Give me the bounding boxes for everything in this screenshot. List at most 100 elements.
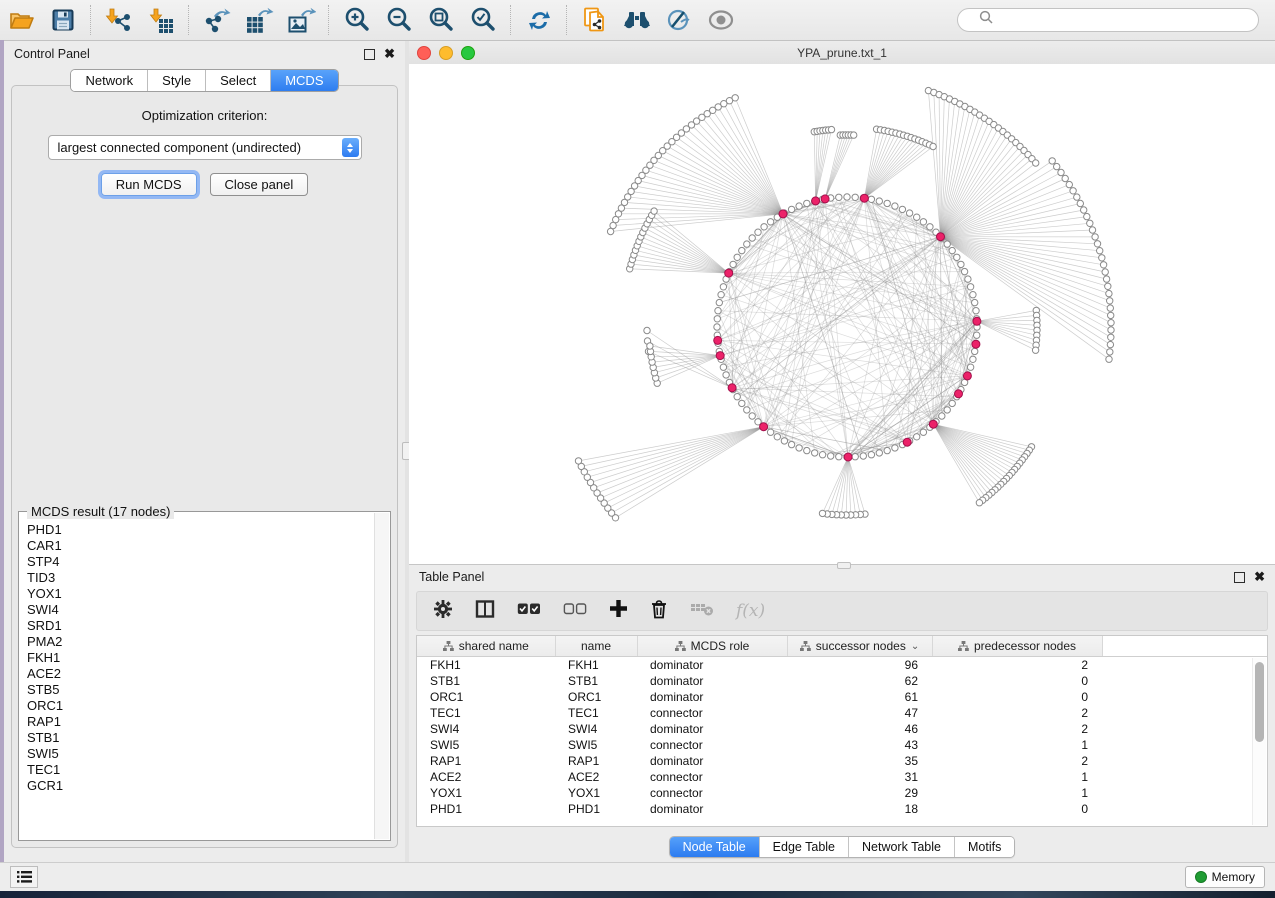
mcds-tab-content: Optimization criterion: largest connecte…: [11, 85, 398, 848]
column-header-name[interactable]: name: [555, 636, 637, 657]
column-header-predecessor-nodes[interactable]: predecessor nodes: [932, 636, 1102, 657]
mcds-result-item[interactable]: SWI5: [20, 746, 375, 762]
export-network-button[interactable]: [200, 4, 234, 36]
select-all-icon[interactable]: [517, 602, 541, 621]
zoom-selected-button[interactable]: [466, 4, 500, 36]
tab-select[interactable]: Select: [206, 70, 271, 91]
tab-network[interactable]: Network: [71, 70, 148, 91]
export-table-button[interactable]: [242, 4, 276, 36]
network-window-titlebar[interactable]: YPA_prune.txt_1: [409, 41, 1275, 65]
export-image-button[interactable]: [284, 4, 318, 36]
table-cell: dominator: [637, 801, 787, 817]
export-image-icon: [286, 7, 316, 34]
zoom-out-button[interactable]: [382, 4, 416, 36]
mcds-result-item[interactable]: ACE2: [20, 666, 375, 682]
table-cell: connector: [637, 705, 787, 721]
open-file-button[interactable]: [4, 4, 38, 36]
tab-network-table[interactable]: Network Table: [849, 837, 955, 857]
import-table-button[interactable]: [144, 4, 178, 36]
mcds-result-item[interactable]: STB5: [20, 682, 375, 698]
tab-edge-table[interactable]: Edge Table: [760, 837, 849, 857]
table-row[interactable]: SWI4SWI4dominator462: [417, 721, 1267, 737]
mcds-result-item[interactable]: SWI4: [20, 602, 375, 618]
float-panel-icon[interactable]: [1234, 572, 1245, 583]
tab-node-table[interactable]: Node Table: [670, 837, 760, 857]
mcds-result-item[interactable]: GCR1: [20, 778, 375, 794]
table-cell: RAP1: [417, 753, 555, 769]
columns-icon[interactable]: [475, 599, 495, 624]
table-cell: [1102, 689, 1267, 705]
refresh-button[interactable]: [522, 4, 556, 36]
optimization-criterion-select[interactable]: largest connected component (undirected): [48, 135, 362, 160]
mcds-result-list[interactable]: PHD1CAR1STP4TID3YOX1SWI4SRD1PMA2FKH1ACE2…: [20, 522, 375, 839]
horizontal-splitter-handle[interactable]: [837, 562, 851, 569]
show-panels-button[interactable]: [10, 866, 38, 888]
mcds-result-item[interactable]: PMA2: [20, 634, 375, 650]
tab-motifs[interactable]: Motifs: [955, 837, 1014, 857]
run-mcds-button[interactable]: Run MCDS: [101, 173, 197, 196]
show-eye-icon: [707, 9, 735, 31]
table-row[interactable]: STB1STB1dominator620: [417, 673, 1267, 689]
table-cell: ACE2: [555, 769, 637, 785]
import-network-button[interactable]: [102, 4, 136, 36]
close-panel-icon[interactable]: ✖: [1254, 572, 1265, 582]
table-row[interactable]: YOX1YOX1connector291: [417, 785, 1267, 801]
mcds-result-item[interactable]: CAR1: [20, 538, 375, 554]
table-row[interactable]: ORC1ORC1dominator610: [417, 689, 1267, 705]
mcds-result-item[interactable]: STP4: [20, 554, 375, 570]
column-header-shared-name[interactable]: shared name: [417, 636, 555, 657]
float-panel-icon[interactable]: [364, 49, 375, 60]
table-row[interactable]: SWI5SWI5connector431: [417, 737, 1267, 753]
deselect-all-icon[interactable]: [563, 602, 587, 621]
mcds-result-item[interactable]: STB1: [20, 730, 375, 746]
table-cell: connector: [637, 785, 787, 801]
table-cell: [1102, 753, 1267, 769]
hide-details-button[interactable]: [662, 4, 696, 36]
toolbar-separator: [188, 5, 190, 35]
mcds-result-item[interactable]: SRD1: [20, 618, 375, 634]
mcds-result-item[interactable]: FKH1: [20, 650, 375, 666]
mcds-list-scrollbar[interactable]: [374, 513, 389, 839]
table-cell: ORC1: [555, 689, 637, 705]
mcds-result-item[interactable]: YOX1: [20, 586, 375, 602]
save-button[interactable]: [46, 4, 80, 36]
table-row[interactable]: RAP1RAP1dominator352: [417, 753, 1267, 769]
table-cell: dominator: [637, 721, 787, 737]
table-scrollbar-thumb[interactable]: [1255, 662, 1264, 742]
close-panel-button[interactable]: Close panel: [210, 173, 309, 196]
column-header-MCDS-role[interactable]: MCDS role: [637, 636, 787, 657]
search-network-button[interactable]: [620, 4, 654, 36]
table-row[interactable]: TEC1TEC1connector472: [417, 705, 1267, 721]
memory-button[interactable]: Memory: [1185, 866, 1265, 888]
table-row[interactable]: FKH1FKH1dominator962: [417, 657, 1267, 674]
toolbar-separator: [328, 5, 330, 35]
table-row[interactable]: ACE2ACE2connector311: [417, 769, 1267, 785]
table-row[interactable]: PHD1PHD1dominator180: [417, 801, 1267, 817]
mcds-result-item[interactable]: TEC1: [20, 762, 375, 778]
delete-icon[interactable]: [650, 599, 668, 624]
column-header-successor-nodes[interactable]: successor nodes⌄: [787, 636, 932, 657]
tab-mcds[interactable]: MCDS: [271, 70, 337, 91]
mcds-result-item[interactable]: ORC1: [20, 698, 375, 714]
mcds-result-item[interactable]: TID3: [20, 570, 375, 586]
network-canvas[interactable]: [409, 64, 1275, 564]
network-window-title: YPA_prune.txt_1: [409, 46, 1275, 60]
clone-network-button[interactable]: [578, 4, 612, 36]
show-details-button[interactable]: [704, 4, 738, 36]
search-input[interactable]: [957, 8, 1259, 32]
table-scrollbar[interactable]: [1252, 658, 1266, 825]
zoom-fit-button[interactable]: [424, 4, 458, 36]
mcds-result-item[interactable]: PHD1: [20, 522, 375, 538]
zoom-in-button[interactable]: [340, 4, 374, 36]
tab-style[interactable]: Style: [148, 70, 206, 91]
close-panel-icon[interactable]: ✖: [384, 49, 395, 59]
table-cell: 29: [787, 785, 932, 801]
column-header-filler: [1102, 636, 1267, 657]
table-toolbar: f(x): [416, 591, 1268, 631]
table-cell: FKH1: [555, 657, 637, 674]
zoom-in-icon: [343, 6, 371, 34]
mcds-result-item[interactable]: RAP1: [20, 714, 375, 730]
add-icon[interactable]: [609, 599, 628, 623]
table-cell: dominator: [637, 753, 787, 769]
gear-icon[interactable]: [433, 599, 453, 624]
